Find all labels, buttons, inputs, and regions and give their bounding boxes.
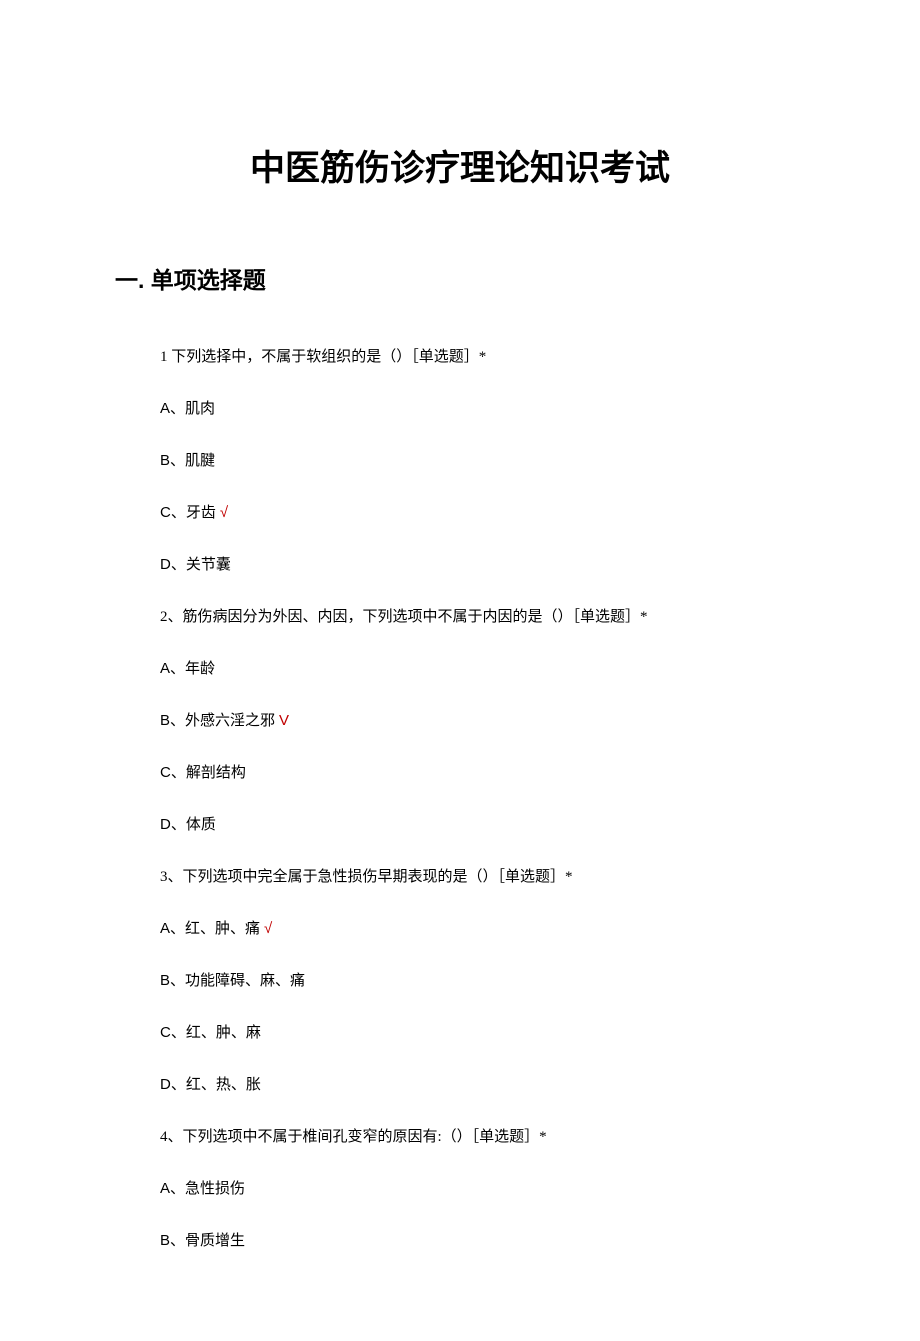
question-text: 2、筋伤病因分为外因、内因，下列选项中不属于内因的是（）［单选题］* bbox=[160, 605, 830, 629]
option: A、肌肉 bbox=[160, 397, 830, 421]
option-separator: 、 bbox=[171, 504, 186, 521]
option-separator: 、 bbox=[170, 972, 185, 989]
option-letter: A bbox=[160, 1180, 170, 1197]
option-separator: 、 bbox=[171, 556, 186, 573]
option: B、肌腱 bbox=[160, 449, 830, 473]
option-letter: B bbox=[160, 1232, 170, 1249]
option-text: 骨质增生 bbox=[185, 1232, 245, 1249]
question-text: 1 下列选择中，不属于软组织的是（）［单选题］* bbox=[160, 345, 830, 369]
option-text: 外感六淫之邪 bbox=[185, 712, 275, 729]
option-separator: 、 bbox=[170, 920, 185, 937]
option-separator: 、 bbox=[171, 1024, 186, 1041]
option-text: 关节囊 bbox=[186, 556, 231, 573]
option-text: 红、肿、痛 bbox=[185, 920, 260, 937]
option-text: 体质 bbox=[186, 816, 216, 833]
check-mark-icon: V bbox=[279, 712, 289, 729]
option-letter: A bbox=[160, 920, 170, 937]
option-separator: 、 bbox=[170, 660, 185, 677]
option-separator: 、 bbox=[170, 712, 185, 729]
option-separator: 、 bbox=[171, 764, 186, 781]
question-text: 3、下列选项中完全属于急性损伤早期表现的是（）［单选题］* bbox=[160, 865, 830, 889]
option-letter: B bbox=[160, 452, 170, 469]
option-text: 牙齿 bbox=[186, 504, 216, 521]
option-letter: C bbox=[160, 1024, 171, 1041]
check-mark-icon: √ bbox=[220, 504, 228, 521]
option: A、年龄 bbox=[160, 657, 830, 681]
document-title: 中医筋伤诊疗理论知识考试 bbox=[90, 140, 830, 191]
option-text: 功能障碍、麻、痛 bbox=[185, 972, 305, 989]
option: C、牙齿√ bbox=[160, 501, 830, 525]
option-separator: 、 bbox=[170, 1232, 185, 1249]
option: A、红、肿、痛√ bbox=[160, 917, 830, 941]
option-separator: 、 bbox=[170, 452, 185, 469]
option-text: 肌腱 bbox=[185, 452, 215, 469]
option-separator: 、 bbox=[170, 1180, 185, 1197]
option: D、关节囊 bbox=[160, 553, 830, 577]
check-mark-icon: √ bbox=[264, 920, 272, 937]
option: B、外感六淫之邪V bbox=[160, 709, 830, 733]
option: D、体质 bbox=[160, 813, 830, 837]
option-letter: C bbox=[160, 764, 171, 781]
option-text: 红、热、胀 bbox=[186, 1076, 261, 1093]
option-letter: A bbox=[160, 400, 170, 417]
option: D、红、热、胀 bbox=[160, 1073, 830, 1097]
option: B、骨质增生 bbox=[160, 1229, 830, 1253]
section-heading: 一. 单项选择题 bbox=[115, 261, 830, 295]
option-letter: A bbox=[160, 660, 170, 677]
option-text: 年龄 bbox=[185, 660, 215, 677]
option: B、功能障碍、麻、痛 bbox=[160, 969, 830, 993]
option-letter: D bbox=[160, 1076, 171, 1093]
questions-content: 1 下列选择中，不属于软组织的是（）［单选题］*A、肌肉B、肌腱C、牙齿√D、关… bbox=[160, 345, 830, 1253]
option-separator: 、 bbox=[170, 400, 185, 417]
option: C、解剖结构 bbox=[160, 761, 830, 785]
option: C、红、肿、麻 bbox=[160, 1021, 830, 1045]
page-container: 中医筋伤诊疗理论知识考试 一. 单项选择题 1 下列选择中，不属于软组织的是（）… bbox=[0, 0, 920, 1341]
option-text: 红、肿、麻 bbox=[186, 1024, 261, 1041]
option-separator: 、 bbox=[171, 816, 186, 833]
question-text: 4、下列选项中不属于椎间孔变窄的原因有:（）［单选题］* bbox=[160, 1125, 830, 1149]
option-text: 急性损伤 bbox=[185, 1180, 245, 1197]
option-letter: D bbox=[160, 556, 171, 573]
option: A、急性损伤 bbox=[160, 1177, 830, 1201]
option-letter: C bbox=[160, 504, 171, 521]
option-text: 解剖结构 bbox=[186, 764, 246, 781]
option-letter: B bbox=[160, 712, 170, 729]
option-separator: 、 bbox=[171, 1076, 186, 1093]
option-letter: D bbox=[160, 816, 171, 833]
option-text: 肌肉 bbox=[185, 400, 215, 417]
option-letter: B bbox=[160, 972, 170, 989]
